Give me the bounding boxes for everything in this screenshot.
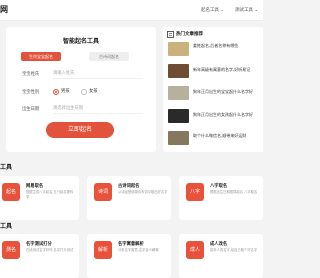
site-logo[interactable]: 网	[0, 4, 8, 15]
tool-icon: 诗词	[94, 183, 112, 201]
tool-icon: 解析	[94, 241, 112, 259]
article-list-icon	[167, 31, 174, 38]
articles-header: 热门文章推荐	[167, 31, 267, 38]
tool-description: 根据生辰八字起名,五行起名更科学	[26, 190, 74, 199]
gender-girl-radio[interactable]: 女孩	[81, 87, 111, 96]
tool-icon: 八字	[186, 183, 204, 201]
tool-card[interactable]: 诗词 古诗词起名 从诗经楚辞唐诗宋词中取出好名字	[87, 176, 171, 220]
radio-unchecked-icon	[81, 89, 87, 95]
tool-card[interactable]: 测名 名字测试打分 在线测试名字好坏,名字打分测试	[0, 234, 79, 278]
tab-poetry-naming[interactable]: 古诗词起名	[89, 52, 129, 61]
tool-card[interactable]: 八字 八字取名 根据出生日期推算起名 八字取名	[179, 176, 263, 220]
tool-icon: 起名	[2, 183, 20, 201]
tool-icon: 测名	[2, 241, 20, 259]
section-title: 取名工具	[0, 164, 13, 171]
section-title: 测试工具	[0, 223, 13, 230]
nav-naming-tools[interactable]: 起名工具 ⌄	[201, 7, 224, 13]
tool-description: 根据出生日期推算起名 八字取名	[210, 190, 258, 194]
gender-boy-label: 男孩	[61, 89, 70, 94]
article-link[interactable]: 姜姓起名,后者名称有哪些	[193, 43, 261, 49]
tool-description: 从诗经楚辞唐诗宋词中取出好名字	[118, 190, 168, 194]
submit-naming-button[interactable]: 立即起名	[46, 122, 114, 138]
tool-description: 分析名字寓意,名字含义解释	[118, 248, 159, 252]
article-link[interactable]: 狗年正月出生的女孩起什么名字好	[193, 112, 261, 118]
article-link[interactable]: 狗年正月出生的宝宝起什么名字好	[193, 89, 261, 95]
article-thumbnail[interactable]	[168, 42, 189, 56]
tool-name: 网易取名	[26, 184, 44, 189]
tool-name: 成人改名	[210, 242, 228, 247]
form-title: 智能起名工具	[62, 38, 99, 45]
article-thumbnail[interactable]	[168, 131, 189, 145]
naming-form-card: 智能起名工具 生肖宝宝起名 古诗词起名 宝宝姓氏 请输入姓氏 宝宝性别 男孩 女…	[6, 27, 156, 152]
article-link[interactable]: 取个什么微信名,顺带来好运财	[193, 133, 261, 139]
tool-name: 八字取名	[210, 184, 228, 189]
article-thumbnail[interactable]	[168, 109, 189, 123]
radio-checked-icon	[53, 89, 59, 95]
article-thumbnail[interactable]	[168, 64, 189, 78]
gender-girl-label: 女孩	[89, 89, 98, 94]
tool-name: 名字寓意解析	[118, 242, 144, 247]
tool-description: 在线测试名字好坏,名字打分测试	[26, 248, 74, 252]
article-link[interactable]: 新年高级有寓意的名字,好听易记	[193, 67, 261, 73]
tool-card[interactable]: 解析 名字寓意解析 分析名字寓意,名字含义解释	[87, 234, 171, 278]
surname-label: 宝宝姓氏	[22, 72, 40, 77]
articles-title: 热门文章推荐	[176, 32, 203, 37]
tab-zodiac-naming[interactable]: 生肖宝宝起名	[21, 52, 61, 61]
top-navigation-bar: 网 起名工具 ⌄ 测试工具 ⌄	[0, 0, 263, 21]
gender-label: 宝宝性别	[22, 90, 40, 95]
gender-boy-radio[interactable]: 男孩	[53, 87, 83, 96]
tool-card[interactable]: 起名 网易取名 根据生辰八字起名,五行起名更科学	[0, 176, 79, 220]
tool-icon: 成人	[186, 241, 204, 259]
birth-date-input[interactable]: 请选择出生日期	[53, 104, 143, 114]
tool-name: 名字测试打分	[26, 242, 52, 247]
tool-card[interactable]: 成人 成人改名 成年人改名字,给自己取个好名字	[179, 234, 263, 278]
birth-date-label: 出生日期	[22, 107, 40, 112]
tool-name: 古诗词起名	[118, 184, 140, 189]
tool-description: 成年人改名字,给自己取个好名字	[210, 248, 258, 252]
hot-articles-card: 热门文章推荐 姜姓起名,后者名称有哪些 新年高级有寓意的名字,好听易记 狗年正月…	[163, 27, 263, 152]
nav-test-tools[interactable]: 测试工具 ⌄	[235, 7, 258, 13]
surname-input[interactable]: 请输入姓氏	[53, 69, 143, 79]
article-thumbnail[interactable]	[168, 86, 189, 100]
